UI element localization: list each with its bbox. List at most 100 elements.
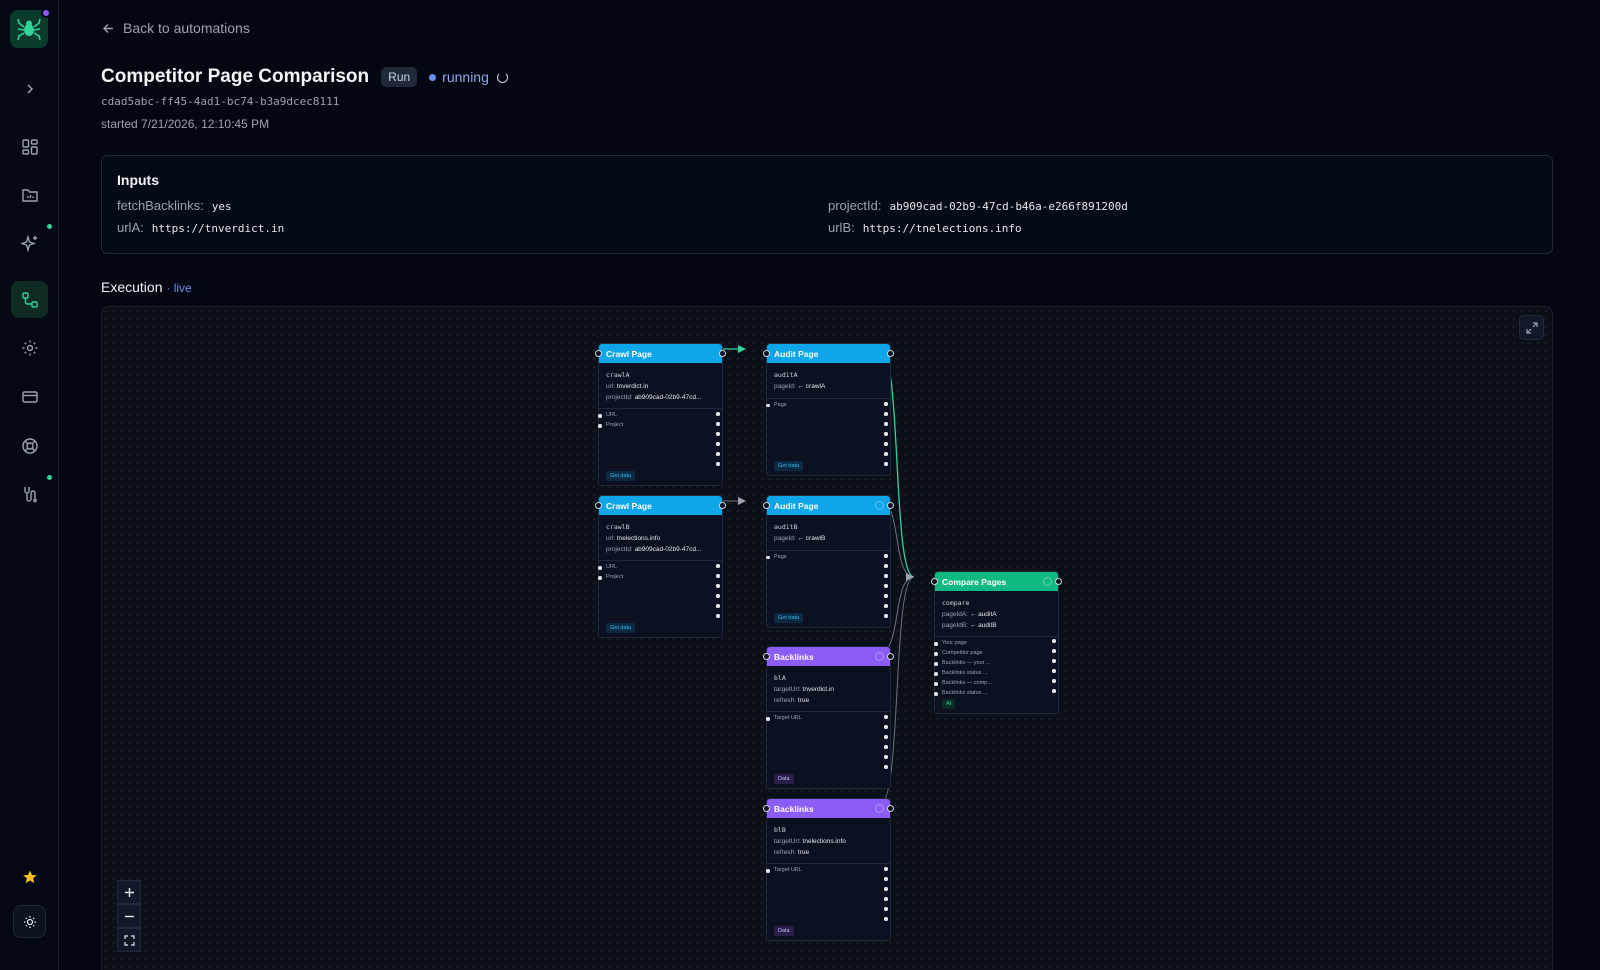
output-handle[interactable] bbox=[719, 350, 726, 357]
input-handle[interactable] bbox=[595, 350, 602, 357]
param-key: projectId: bbox=[606, 393, 633, 401]
node-id: auditB bbox=[774, 523, 798, 531]
notification-dot bbox=[45, 222, 54, 231]
port-url[interactable]: URL bbox=[598, 412, 722, 422]
node-header: Crawl Page bbox=[599, 496, 722, 515]
port-project[interactable]: Project bbox=[598, 422, 722, 432]
spider-logo-icon bbox=[17, 18, 41, 41]
output-ports[interactable] bbox=[716, 564, 720, 624]
param-value: ← auditA bbox=[969, 611, 997, 618]
status-icon bbox=[875, 501, 884, 510]
workflow-icon bbox=[21, 291, 38, 308]
output-handle[interactable] bbox=[719, 502, 726, 509]
input-handle[interactable] bbox=[763, 502, 770, 509]
input-handle[interactable] bbox=[595, 502, 602, 509]
divider bbox=[767, 397, 890, 399]
theme-toggle-button[interactable] bbox=[13, 905, 46, 938]
settings-icon bbox=[22, 340, 37, 355]
divider bbox=[767, 863, 890, 864]
node-id: auditA bbox=[774, 371, 798, 379]
param-value: ← crawlB bbox=[797, 535, 826, 542]
input-handle[interactable] bbox=[763, 350, 770, 357]
output-ports[interactable] bbox=[716, 412, 720, 472]
nav-ai[interactable] bbox=[11, 222, 54, 261]
output-ports[interactable] bbox=[1052, 639, 1056, 699]
fit-view-icon bbox=[123, 934, 135, 946]
port-backlinks-your[interactable]: Backlinks — your ... bbox=[934, 660, 1058, 670]
node-title: Audit Page bbox=[774, 348, 819, 359]
execution-title: Execution bbox=[101, 279, 163, 295]
param-value: tnverdict.in bbox=[616, 383, 649, 390]
port-target-url[interactable]: Target URL bbox=[766, 867, 890, 877]
input-handle[interactable] bbox=[763, 805, 770, 812]
node-title: Compare Pages bbox=[942, 576, 1007, 587]
node-audit-page-b[interactable]: Audit Page auditB pageId: ← crawlB Page … bbox=[763, 495, 894, 628]
page-title: Competitor Page Comparison bbox=[101, 66, 370, 87]
input-handle[interactable] bbox=[763, 653, 770, 660]
nav-settings[interactable] bbox=[11, 329, 48, 366]
back-link[interactable]: Back to automations bbox=[102, 20, 250, 36]
nav-automations[interactable] bbox=[11, 281, 48, 318]
output-ports[interactable] bbox=[884, 402, 888, 472]
workflow-canvas[interactable]: Crawl Page crawlA url: tnverdict.in proj… bbox=[101, 306, 1553, 970]
status-icon bbox=[875, 804, 884, 813]
output-ports[interactable] bbox=[884, 867, 888, 927]
port-backlinks-status[interactable]: Backlinks status ... bbox=[934, 670, 1058, 680]
param-key: targetUrl: bbox=[774, 838, 801, 845]
port-url[interactable]: URL bbox=[598, 564, 722, 574]
port-project[interactable]: Project bbox=[598, 574, 722, 584]
param-key: targetUrl: bbox=[774, 686, 801, 693]
arrow-icon bbox=[738, 497, 746, 505]
divider bbox=[767, 711, 890, 712]
run-id: cdad5abc-ff45-4ad1-bc74-b3a9dcec8111 bbox=[101, 95, 340, 108]
nav-billing[interactable] bbox=[11, 378, 48, 415]
billing-card-icon bbox=[21, 390, 38, 403]
title-row: Competitor Page Comparison Run running bbox=[101, 66, 508, 88]
app-logo[interactable] bbox=[10, 8, 51, 48]
output-ports[interactable] bbox=[884, 715, 888, 775]
param-value: tnelections.info bbox=[616, 535, 661, 542]
output-handle[interactable] bbox=[887, 350, 894, 357]
output-handle[interactable] bbox=[1055, 578, 1062, 585]
input-key: urlA: bbox=[117, 220, 144, 235]
node-backlinks-a[interactable]: Backlinks blA targetUrl: tnverdict.in re… bbox=[763, 646, 894, 789]
param-key: pageId: bbox=[774, 535, 796, 542]
node-tag: Get data bbox=[774, 461, 804, 471]
nav-integrations[interactable] bbox=[11, 473, 54, 512]
node-crawl-page-b[interactable]: Crawl Page crawlB url: tnelections.info … bbox=[595, 495, 726, 638]
fit-view-button[interactable] bbox=[117, 928, 141, 952]
output-handle[interactable] bbox=[887, 502, 894, 509]
node-audit-page-a[interactable]: Audit Page auditA pageId: ← crawlA Page … bbox=[763, 343, 894, 476]
output-ports[interactable] bbox=[884, 554, 888, 624]
port-backlinks-comp[interactable]: Backlinks — comp... bbox=[934, 680, 1058, 690]
divider bbox=[935, 636, 1058, 637]
port-your-page[interactable]: Your page bbox=[934, 640, 1058, 650]
zoom-in-button[interactable] bbox=[117, 880, 141, 904]
port-page[interactable]: Page bbox=[766, 402, 890, 412]
nav-help[interactable] bbox=[11, 427, 48, 464]
port-page[interactable]: Page bbox=[766, 554, 890, 564]
input-handle[interactable] bbox=[931, 578, 938, 585]
nav-dashboard[interactable] bbox=[11, 128, 48, 165]
port-target-url[interactable]: Target URL bbox=[766, 715, 890, 725]
node-compare-pages[interactable]: Compare Pages compare pageIdA: ← auditA … bbox=[931, 571, 1062, 714]
fullscreen-button[interactable] bbox=[1519, 315, 1544, 340]
node-id: crawlB bbox=[606, 523, 630, 531]
port-competitor-page[interactable]: Competitor page bbox=[934, 650, 1058, 660]
favorites-button[interactable] bbox=[11, 858, 48, 895]
node-param: pageId: ← crawlA bbox=[767, 383, 890, 394]
node-backlinks-b[interactable]: Backlinks blB targetUrl: tnelections.inf… bbox=[763, 798, 894, 941]
output-handle[interactable] bbox=[887, 653, 894, 660]
input-value: ab909cad-02b9-47cd-b46a-e266f891200d bbox=[889, 200, 1128, 213]
expand-sidebar-button[interactable] bbox=[11, 70, 48, 107]
node-param: pageIdA: ← auditA bbox=[935, 611, 1058, 622]
node-param: refresh: true bbox=[767, 849, 890, 860]
node-header: Crawl Page bbox=[599, 344, 722, 363]
zoom-out-button[interactable] bbox=[117, 904, 141, 928]
node-crawl-page-a[interactable]: Crawl Page crawlA url: tnverdict.in proj… bbox=[595, 343, 726, 486]
nav-projects[interactable] bbox=[11, 176, 48, 213]
node-title: Backlinks bbox=[774, 803, 814, 814]
output-handle[interactable] bbox=[887, 805, 894, 812]
input-key: urlB: bbox=[828, 220, 855, 235]
input-fetch-backlinks: fetchBacklinks: yes bbox=[117, 198, 232, 213]
